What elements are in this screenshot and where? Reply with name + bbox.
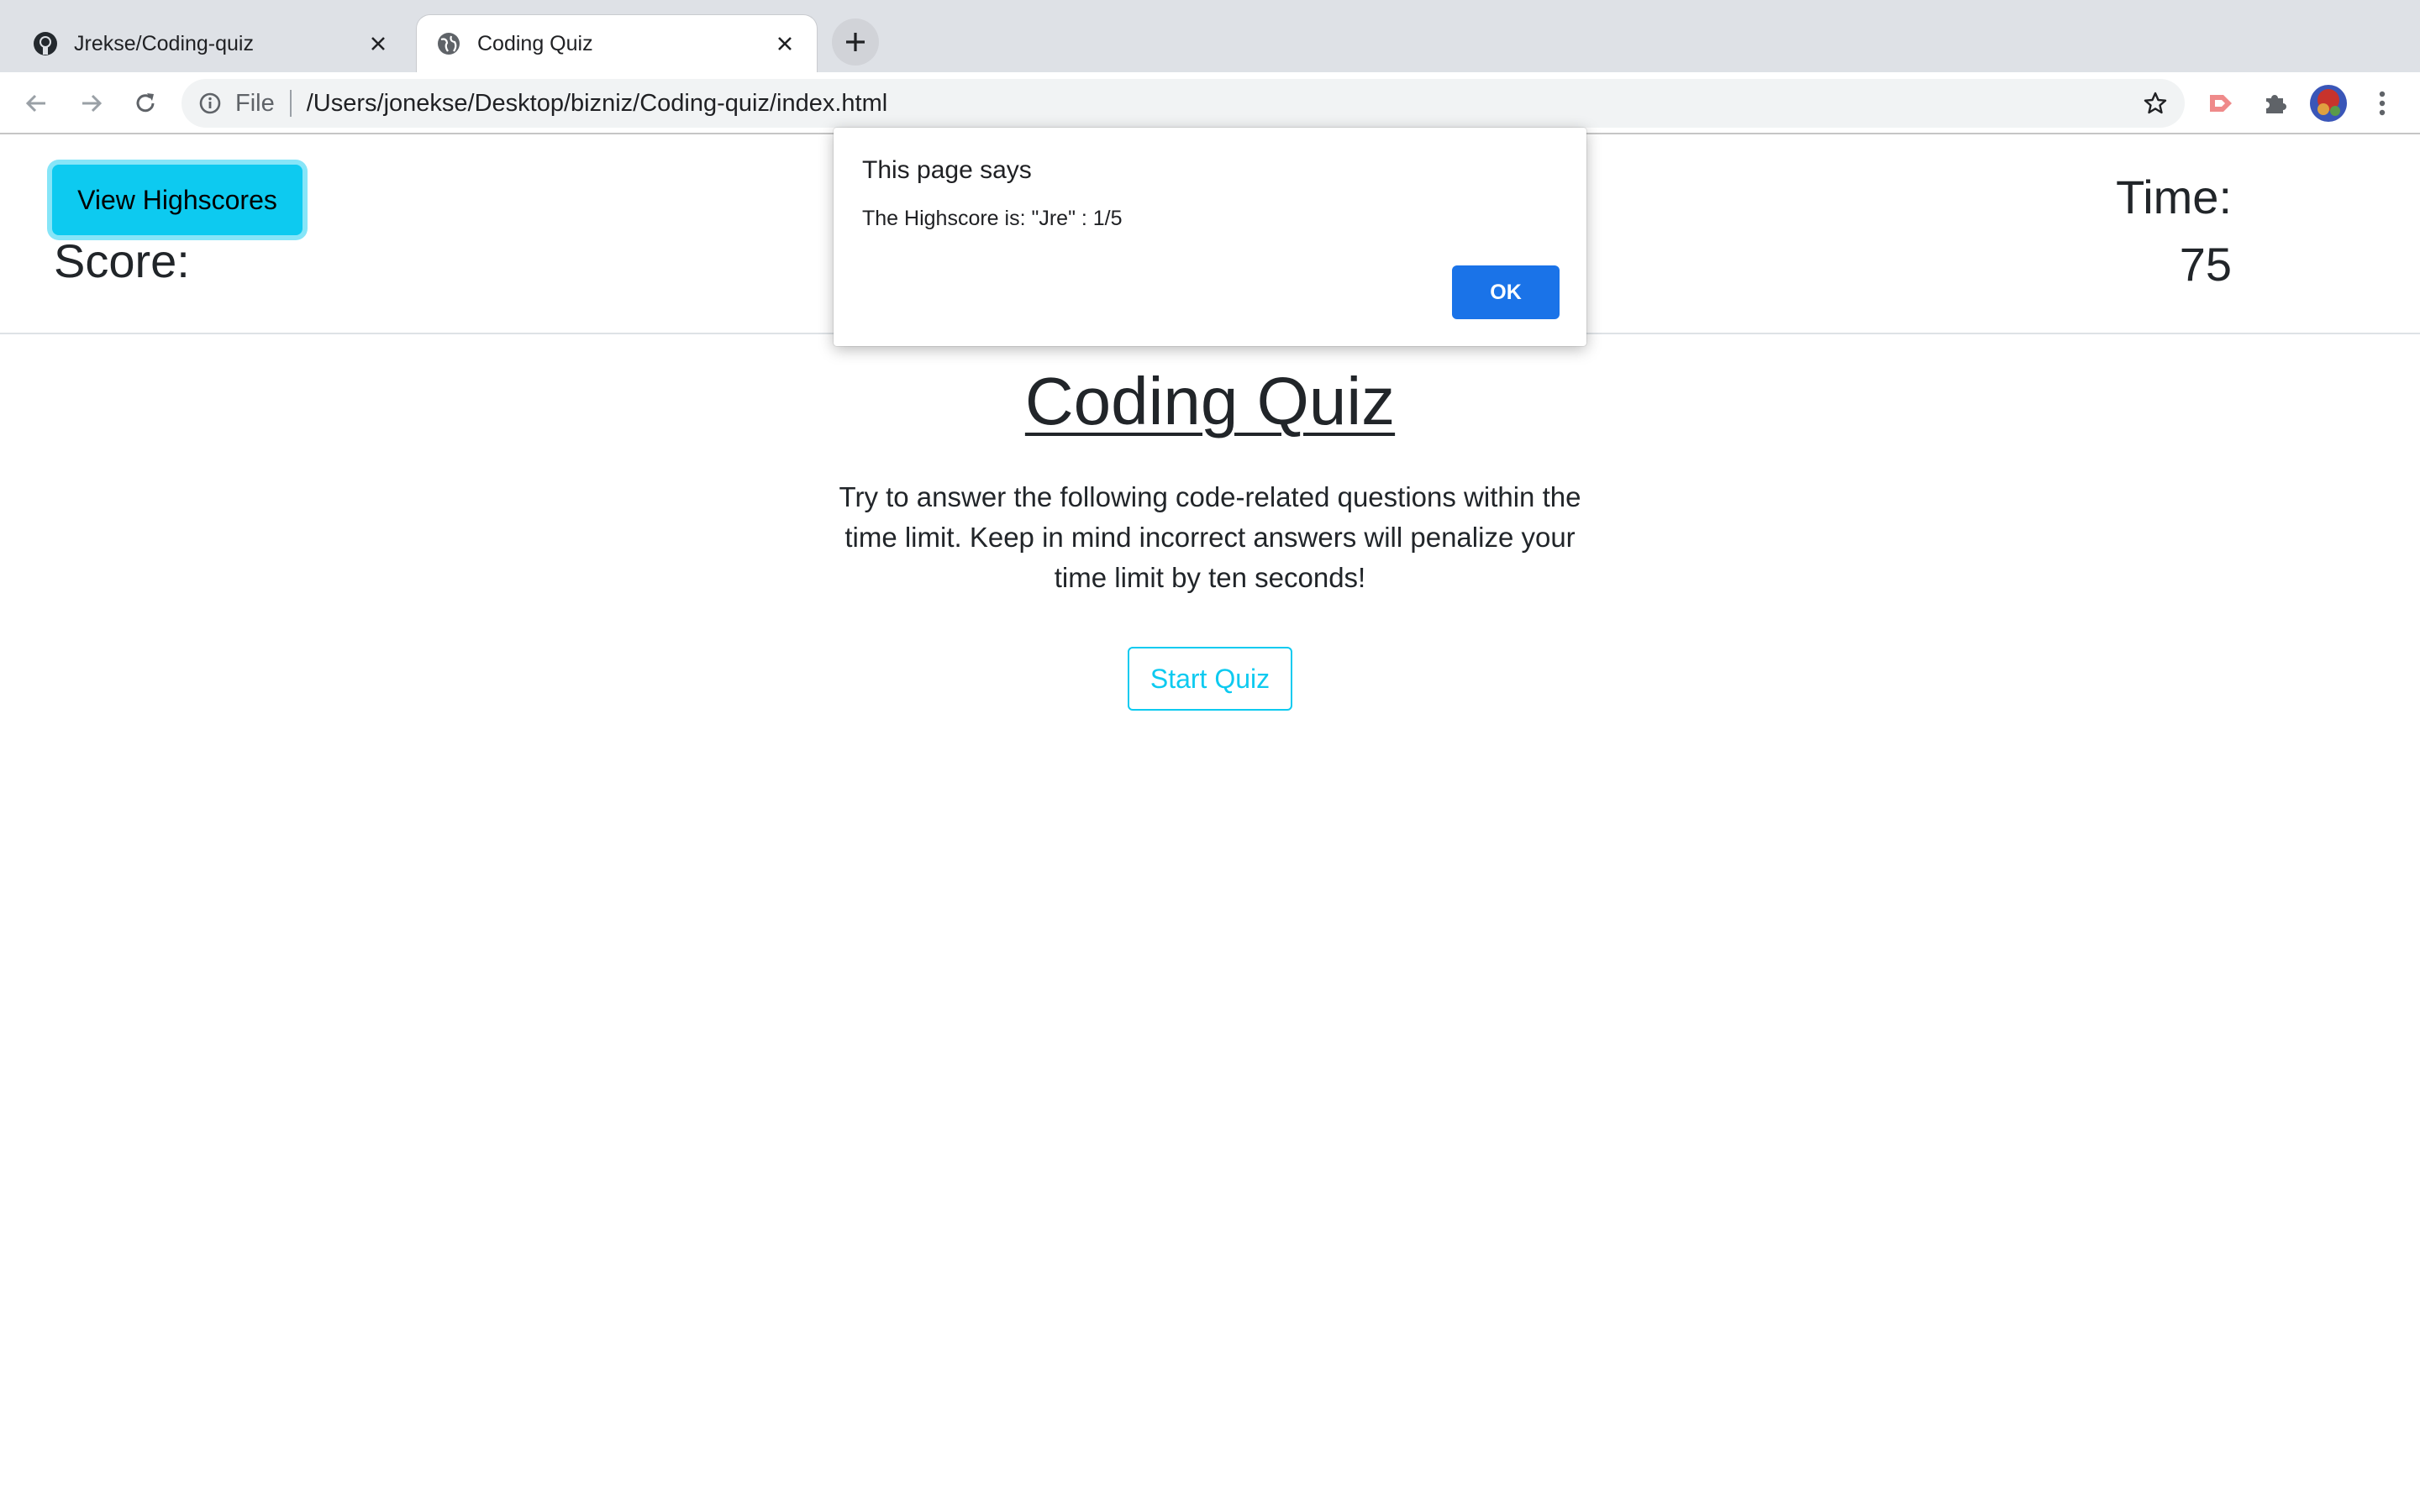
tab-title: Jrekse/Coding-quiz xyxy=(74,31,254,55)
forward-button[interactable] xyxy=(71,82,113,124)
plus-icon xyxy=(846,33,865,51)
ok-button[interactable]: OK xyxy=(1452,265,1560,319)
extension-cast-icon[interactable] xyxy=(2200,82,2242,124)
score-label: Score: xyxy=(54,234,190,287)
address-bar[interactable]: File /Users/jonekse/Desktop/bizniz/Codin… xyxy=(182,79,2185,128)
dialog-message: The Highscore is: "Jre" : 1/5 xyxy=(862,207,1123,230)
divider xyxy=(289,90,292,117)
close-icon[interactable] xyxy=(771,30,798,57)
time-value: 75 xyxy=(2179,238,2232,291)
tab-title: Coding Quiz xyxy=(477,31,593,55)
dialog-title: This page says xyxy=(862,156,1032,184)
extensions-puzzle-icon[interactable] xyxy=(2254,82,2296,124)
url-text[interactable]: /Users/jonekse/Desktop/bizniz/Coding-qui… xyxy=(307,90,887,118)
profile-avatar[interactable] xyxy=(2307,82,2349,124)
reload-icon xyxy=(136,93,155,113)
star-icon[interactable] xyxy=(2141,89,2170,118)
arrow-left-icon xyxy=(25,94,45,113)
back-button[interactable] xyxy=(15,82,57,124)
start-quiz-button[interactable]: Start Quiz xyxy=(1128,647,1292,711)
time-label: Time: xyxy=(2116,171,2232,223)
view-highscores-button[interactable]: View Highscores xyxy=(52,165,302,235)
globe-icon xyxy=(435,30,462,57)
info-icon[interactable] xyxy=(197,90,224,117)
page-title: Coding Quiz xyxy=(1024,364,1396,438)
arrow-right-icon xyxy=(82,94,103,113)
close-icon[interactable] xyxy=(365,30,392,57)
alert-dialog: This page says The Highscore is: "Jre" :… xyxy=(834,128,1586,346)
new-tab-button[interactable] xyxy=(832,18,879,66)
reload-button[interactable] xyxy=(124,82,166,124)
quiz-description: Try to answer the following code-related… xyxy=(839,481,1581,593)
tab-bar: Jrekse/Coding-quiz Coding Quiz xyxy=(0,0,2420,72)
tab-jrekse-coding-quiz[interactable]: Jrekse/Coding-quiz xyxy=(13,15,410,72)
github-icon xyxy=(32,30,59,57)
browser-toolbar: File /Users/jonekse/Desktop/bizniz/Codin… xyxy=(0,72,2420,134)
scheme-label: File xyxy=(235,89,275,117)
tab-coding-quiz[interactable]: Coding Quiz xyxy=(417,15,817,72)
menu-kebab-icon[interactable] xyxy=(2361,82,2403,124)
